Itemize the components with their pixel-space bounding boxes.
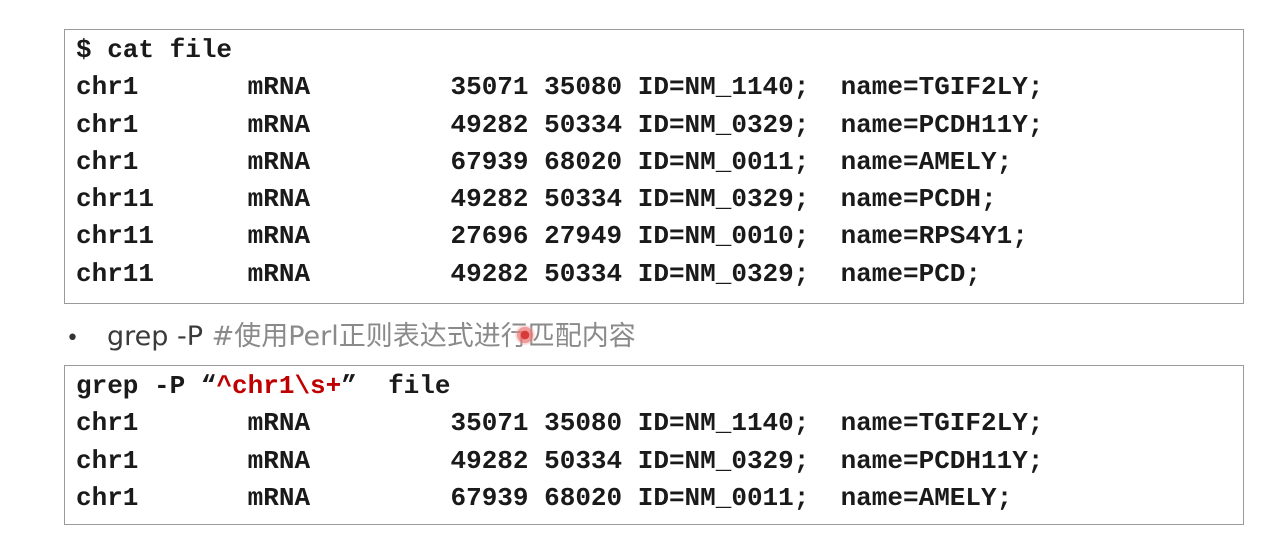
row-type: mRNA — [247, 146, 451, 177]
row-id: ID=NM_1140; — [637, 72, 841, 103]
output-row: chr11 mRNA 27696 27949 ID=NM_0010; name=… — [76, 218, 1243, 255]
row-start: 49282 — [450, 109, 545, 140]
cat-output-rows: chr1 mRNA 35071 35080 ID=NM_1140; name=T… — [76, 69, 1243, 293]
row-start: 35071 — [450, 408, 545, 439]
bullet-line: • grep -P #使用Perl正则表达式进行匹配内容 — [66, 317, 636, 357]
row-chrom: chr1 — [76, 408, 248, 439]
bullet-comment: #使用Perl正则表达式进行匹配内容 — [211, 321, 636, 352]
row-type: mRNA — [247, 482, 451, 513]
grep-output-box: grep -P “^chr1\s+” file chr1 mRNA 35071 … — [64, 365, 1244, 525]
row-start: 49282 — [450, 258, 545, 289]
row-end: 50334 — [544, 109, 638, 140]
row-name: name=PCDH11Y; — [840, 109, 1044, 140]
open-quote: “ — [200, 371, 217, 401]
row-type: mRNA — [247, 72, 451, 103]
bullet-marker: • — [66, 326, 79, 351]
row-name: name=TGIF2LY; — [840, 72, 1044, 103]
row-chrom: chr11 — [76, 221, 248, 252]
grep-command: grep -P — [76, 371, 201, 401]
row-name: name=PCD; — [840, 258, 982, 289]
output-row: chr1 mRNA 67939 68020 ID=NM_0011; name=A… — [76, 144, 1243, 181]
row-chrom: chr11 — [76, 184, 248, 215]
row-type: mRNA — [247, 445, 451, 476]
row-id: ID=NM_0329; — [637, 258, 841, 289]
output-row: chr11 mRNA 49282 50334 ID=NM_0329; name=… — [76, 256, 1243, 293]
output-row: chr1 mRNA 67939 68020 ID=NM_0011; name=A… — [76, 480, 1243, 517]
row-start: 67939 — [450, 146, 545, 177]
row-name: name=TGIF2LY; — [840, 408, 1044, 439]
close-quote: ” — [341, 371, 357, 401]
row-start: 49282 — [450, 184, 545, 215]
row-name: name=PCDH; — [840, 184, 997, 215]
row-id: ID=NM_0011; — [637, 146, 841, 177]
row-id: ID=NM_0329; — [637, 109, 841, 140]
row-end: 50334 — [544, 184, 638, 215]
output-row: chr1 mRNA 35071 35080 ID=NM_1140; name=T… — [76, 405, 1243, 442]
row-start: 27696 — [450, 221, 545, 252]
row-id: ID=NM_0011; — [637, 482, 841, 513]
row-end: 35080 — [544, 408, 638, 439]
row-end: 68020 — [544, 146, 638, 177]
row-id: ID=NM_1140; — [637, 408, 841, 439]
grep-output-rows: chr1 mRNA 35071 35080 ID=NM_1140; name=T… — [76, 405, 1243, 517]
regex-pattern: ^chr1\s+ — [216, 371, 342, 401]
row-type: mRNA — [247, 109, 451, 140]
row-end: 68020 — [544, 482, 638, 513]
cat-output-box: $ cat file chr1 mRNA 35071 35080 ID=NM_1… — [64, 29, 1244, 304]
row-name: name=AMELY; — [840, 146, 1013, 177]
row-type: mRNA — [247, 184, 451, 215]
grep-command-line: grep -P “^chr1\s+” file — [76, 368, 1243, 405]
cat-command-line: $ cat file — [76, 35, 233, 65]
row-type: mRNA — [247, 258, 451, 289]
row-id: ID=NM_0010; — [637, 221, 841, 252]
output-row: chr1 mRNA 35071 35080 ID=NM_1140; name=T… — [76, 69, 1243, 106]
row-type: mRNA — [247, 408, 451, 439]
row-name: name=AMELY; — [840, 482, 1013, 513]
row-end: 27949 — [544, 221, 638, 252]
row-id: ID=NM_0329; — [637, 445, 841, 476]
row-start: 67939 — [450, 482, 545, 513]
row-chrom: chr1 — [76, 109, 248, 140]
row-chrom: chr1 — [76, 482, 248, 513]
row-name: name=RPS4Y1; — [840, 221, 1028, 252]
row-end: 50334 — [544, 445, 638, 476]
row-end: 50334 — [544, 258, 638, 289]
output-row: chr11 mRNA 49282 50334 ID=NM_0329; name=… — [76, 181, 1243, 218]
pointer-highlight-icon — [515, 325, 535, 345]
row-start: 49282 — [450, 445, 545, 476]
row-type: mRNA — [247, 221, 451, 252]
output-row: chr1 mRNA 49282 50334 ID=NM_0329; name=P… — [76, 443, 1243, 480]
row-name: name=PCDH11Y; — [840, 445, 1044, 476]
output-row: chr1 mRNA 49282 50334 ID=NM_0329; name=P… — [76, 107, 1243, 144]
bullet-command: grep -P — [107, 321, 212, 352]
row-end: 35080 — [544, 72, 638, 103]
grep-file-arg: file — [356, 371, 451, 401]
row-chrom: chr1 — [76, 146, 248, 177]
row-chrom: chr11 — [76, 258, 248, 289]
row-chrom: chr1 — [76, 72, 248, 103]
row-start: 35071 — [450, 72, 545, 103]
row-chrom: chr1 — [76, 445, 248, 476]
row-id: ID=NM_0329; — [637, 184, 841, 215]
